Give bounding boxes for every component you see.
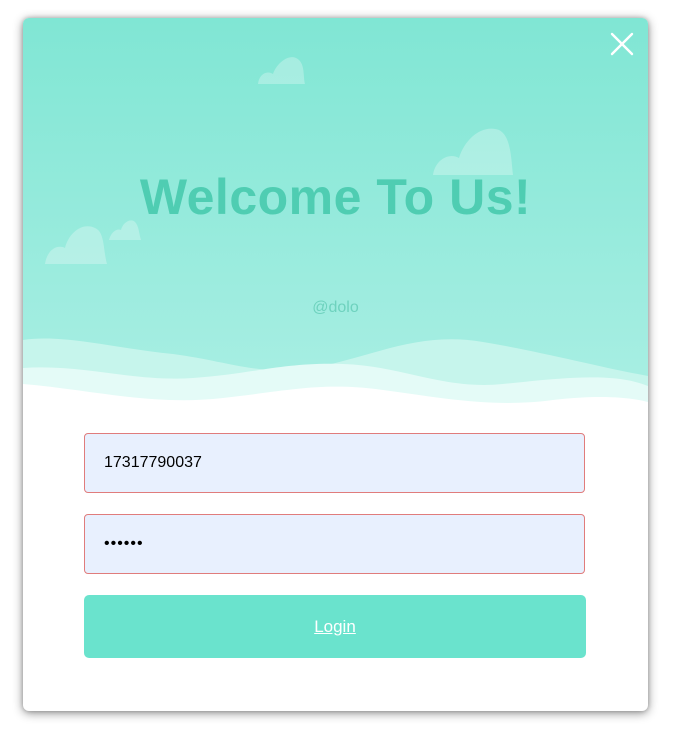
welcome-banner: Welcome To Us! @dolo [23,18,648,418]
password-input[interactable] [84,514,585,574]
author-handle: @dolo [312,299,359,316]
login-dialog: Welcome To Us! @dolo Login [23,18,648,711]
close-button[interactable] [609,31,635,57]
login-button[interactable]: Login [84,595,586,658]
welcome-title: Welcome To Us! [139,169,532,225]
close-icon [610,32,634,56]
username-input[interactable] [84,433,585,493]
